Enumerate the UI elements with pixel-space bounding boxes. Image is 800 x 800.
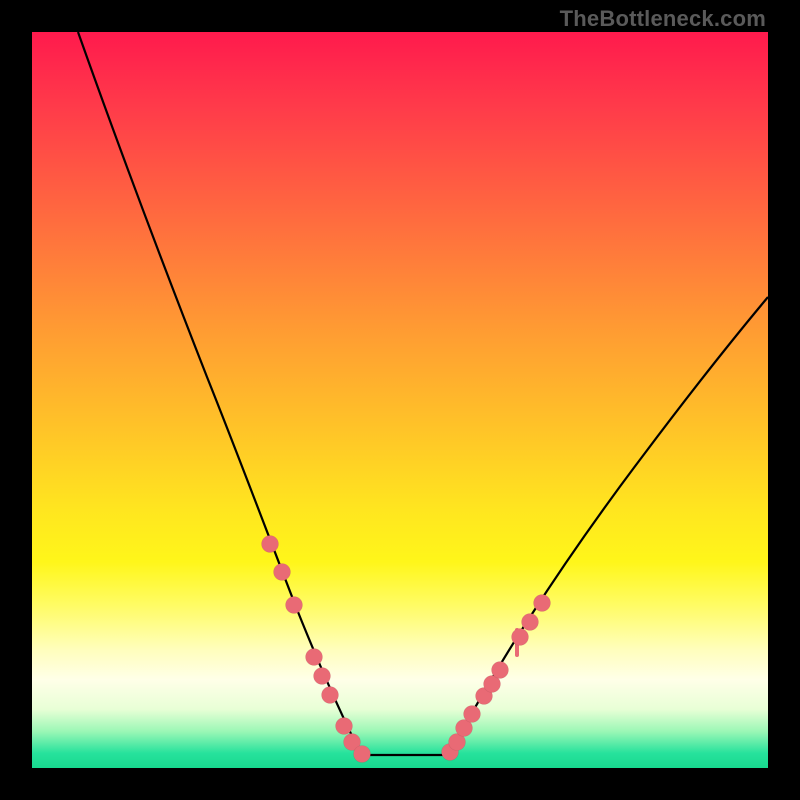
- data-marker: [262, 536, 279, 553]
- plot-area: [32, 32, 768, 768]
- marker-group-left: [262, 536, 371, 763]
- data-marker: [512, 629, 529, 646]
- watermark-text: TheBottleneck.com: [560, 6, 766, 32]
- chart-frame: TheBottleneck.com: [0, 0, 800, 800]
- data-marker: [306, 649, 323, 666]
- data-marker: [336, 718, 353, 735]
- marker-group-right: [442, 595, 551, 761]
- data-marker: [534, 595, 551, 612]
- data-marker: [274, 564, 291, 581]
- data-marker: [354, 746, 371, 763]
- data-marker: [286, 597, 303, 614]
- bottleneck-curve: [32, 32, 768, 768]
- data-marker: [522, 614, 539, 631]
- data-marker: [314, 668, 331, 685]
- data-marker: [322, 687, 339, 704]
- curve-left-branch: [78, 32, 364, 755]
- data-marker: [464, 706, 481, 723]
- data-marker: [492, 662, 509, 679]
